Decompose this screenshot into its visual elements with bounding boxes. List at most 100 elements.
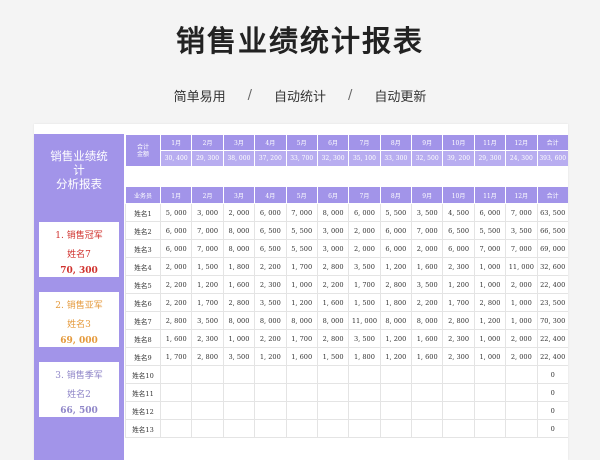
table-cell: 1, 200 xyxy=(285,293,318,312)
table-cell: 32, 600 xyxy=(536,257,568,276)
totals-month-header: 10月 xyxy=(442,134,475,151)
totals-label-line: 金额 xyxy=(136,150,149,158)
table-row: 姓名3 6, 000 7, 000 8, 000 6, 500 5, 500 3, 000 2… xyxy=(125,239,568,258)
table-cell: 1, 000 xyxy=(473,275,507,294)
table-cell: 6, 000 xyxy=(348,203,381,222)
table-cell: 3, 000 xyxy=(191,203,224,222)
table-cell: 1, 500 xyxy=(191,257,224,276)
column-header: 8月 xyxy=(379,186,413,204)
table-cell: 7, 000 xyxy=(505,239,538,258)
sidebar-title: 销售业绩统 计 分析报表 xyxy=(38,149,120,191)
table-cell: 6, 500 xyxy=(442,221,475,240)
table-cell: 3, 500 xyxy=(348,257,381,276)
table-cell: 5, 500 xyxy=(285,239,318,258)
table-cell: 2, 800 xyxy=(222,293,256,312)
totals-label: 合计 金额 xyxy=(125,134,161,167)
totals-value: 39, 200 xyxy=(442,150,475,167)
table-cell: 2, 200 xyxy=(254,329,287,348)
table-cell xyxy=(442,419,475,438)
table-cell: 66, 500 xyxy=(536,221,568,240)
table-cell xyxy=(348,419,381,438)
subtitle-item: 自动统计 xyxy=(273,90,326,105)
table-cell: 3, 000 xyxy=(316,221,350,240)
totals-month-header: 8月 xyxy=(379,134,413,151)
table-cell: 1, 500 xyxy=(316,347,350,366)
table-cell: 8, 000 xyxy=(254,311,287,330)
salesperson-name-cell: 姓名13 xyxy=(125,419,161,438)
totals-value: 29, 300 xyxy=(473,150,507,167)
table-cell: 11, 000 xyxy=(505,257,538,276)
column-header: 业务员 xyxy=(125,186,161,204)
salesperson-name-cell: 姓名9 xyxy=(125,347,161,366)
table-row: 姓名13 0 xyxy=(125,419,568,438)
totals-value: 38, 000 xyxy=(222,150,256,167)
table-cell: 11, 000 xyxy=(348,311,381,330)
table-cell xyxy=(285,401,318,420)
table-cell: 1, 600 xyxy=(285,347,318,366)
table-cell: 5, 500 xyxy=(379,203,413,222)
salesperson-name-cell: 姓名8 xyxy=(125,329,161,348)
table-row: 姓名5 2, 200 1, 200 1, 600 2, 300 1, 000 2, 200 1… xyxy=(125,275,568,294)
table-cell: 2, 000 xyxy=(505,329,538,348)
salesperson-name-cell: 姓名5 xyxy=(125,275,161,294)
table-cell: 1, 000 xyxy=(473,347,507,366)
rank-name: 姓名2 xyxy=(67,390,91,400)
totals-value: 32, 500 xyxy=(410,150,444,167)
totals-month-header: 6月 xyxy=(316,134,350,151)
table-cell: 8, 000 xyxy=(316,203,350,222)
table-cell xyxy=(254,401,287,420)
table-cell xyxy=(222,401,256,420)
table-cell xyxy=(159,401,193,420)
table-cell xyxy=(473,383,507,402)
table-cell: 1, 800 xyxy=(379,293,413,312)
table-cell: 3, 500 xyxy=(410,275,444,294)
table-cell: 5, 000 xyxy=(159,203,193,222)
table-cell xyxy=(473,401,507,420)
table-cell: 2, 200 xyxy=(254,257,287,276)
salesperson-name-cell: 姓名10 xyxy=(125,365,161,384)
table-cell xyxy=(379,401,413,420)
table-cell: 22, 400 xyxy=(536,329,568,348)
table-cell: 6, 000 xyxy=(379,239,413,258)
table-cell xyxy=(316,383,350,402)
table-cell xyxy=(442,365,475,384)
table-cell: 7, 000 xyxy=(191,239,224,258)
table-cell: 6, 000 xyxy=(159,239,193,258)
table-row: 姓名12 0 xyxy=(125,401,568,420)
table-cell xyxy=(191,401,224,420)
table-cell: 0 xyxy=(536,419,568,438)
salesperson-name-cell: 姓名11 xyxy=(125,383,161,402)
table-cell xyxy=(191,419,224,438)
table-cell: 1, 600 xyxy=(410,257,444,276)
table-cell xyxy=(379,365,413,384)
totals-month-header: 3月 xyxy=(222,134,256,151)
table-cell: 1, 700 xyxy=(442,293,475,312)
table-cell: 69, 000 xyxy=(536,239,568,258)
totals-value: 37, 200 xyxy=(254,150,287,167)
subtitle-separator: / xyxy=(348,88,353,103)
table-cell xyxy=(410,365,444,384)
table-cell xyxy=(410,383,444,402)
table-cell: 7, 000 xyxy=(473,239,507,258)
table-cell: 2, 000 xyxy=(159,257,193,276)
sidebar-title-line: 分析报表 xyxy=(56,177,102,191)
table-cell xyxy=(316,401,350,420)
table-cell: 2, 800 xyxy=(159,311,193,330)
totals-value: 32, 300 xyxy=(316,150,350,167)
table-cell: 3, 000 xyxy=(316,239,350,258)
table-cell xyxy=(285,383,318,402)
report-sheet: 销售业绩统 计 分析报表 1. 销售冠军 姓名7 70, 300 2. 销售亚军… xyxy=(34,124,568,460)
page-title: 销售业绩统计报表 xyxy=(175,24,424,58)
table-cell: 3, 500 xyxy=(191,311,224,330)
table-cell xyxy=(285,365,318,384)
table-cell xyxy=(348,383,381,402)
column-header: 2月 xyxy=(191,186,224,204)
table-cell: 2, 200 xyxy=(159,293,193,312)
table-cell: 1, 600 xyxy=(316,293,350,312)
table-cell xyxy=(316,365,350,384)
table-cell: 3, 500 xyxy=(254,293,287,312)
column-header: 11月 xyxy=(473,186,507,204)
table-cell: 22, 400 xyxy=(536,275,568,294)
subtitle-separator: / xyxy=(247,88,252,103)
rank-amount: 66, 500 xyxy=(60,406,98,416)
